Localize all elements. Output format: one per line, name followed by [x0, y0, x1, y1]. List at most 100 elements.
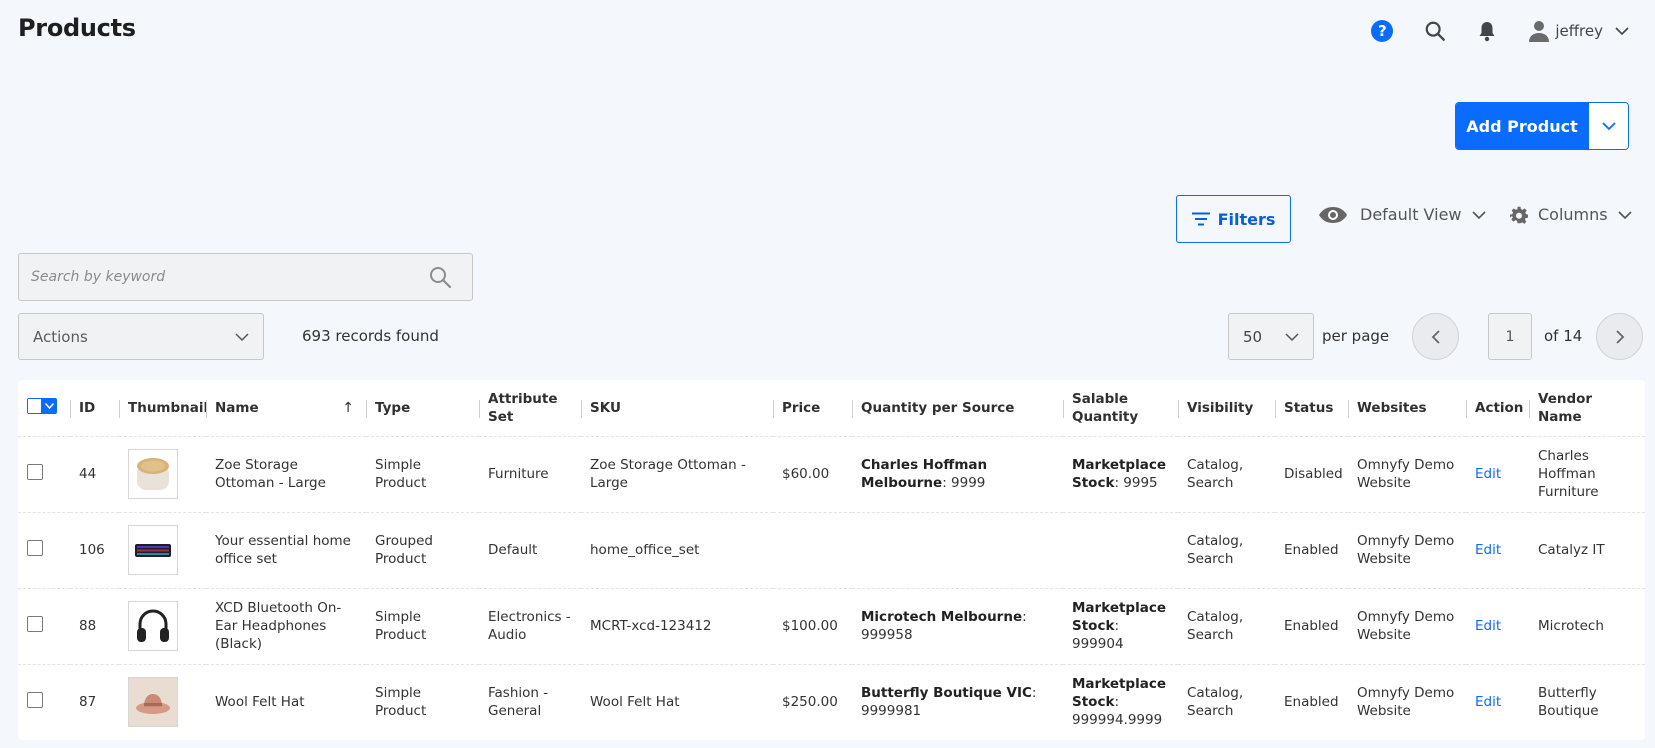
cell-salable-quantity: Marketplace Stock: 9995: [1063, 435, 1178, 512]
column-header-name[interactable]: Name ↑: [206, 380, 366, 436]
column-header-visibility[interactable]: Visibility: [1178, 380, 1275, 436]
column-header-sku[interactable]: SKU: [581, 380, 773, 436]
edit-link[interactable]: Edit: [1475, 694, 1501, 710]
cell-type: Grouped Product: [366, 511, 479, 588]
edit-link[interactable]: Edit: [1475, 618, 1501, 634]
cell-name: Your essential home office set: [206, 511, 366, 588]
per-page-label: per page: [1322, 327, 1390, 345]
product-thumbnail-ottoman[interactable]: [128, 449, 178, 499]
column-header-action: Action: [1466, 380, 1529, 436]
column-header-salable-quantity: Salable Quantity: [1063, 380, 1178, 436]
cell-price: $60.00: [773, 435, 852, 512]
edit-link[interactable]: Edit: [1475, 466, 1501, 482]
cell-attribute-set: Electronics - Audio: [479, 587, 581, 664]
headphones-image: [137, 609, 169, 642]
row-checkbox[interactable]: [27, 539, 43, 556]
actions-dropdown[interactable]: Actions: [18, 313, 264, 360]
header-actions: ? jeffrey: [1371, 16, 1629, 46]
chevron-down-icon: [1471, 210, 1486, 219]
cell-salable-quantity: Marketplace Stock: 999904: [1063, 587, 1178, 664]
add-product-dropdown-toggle[interactable]: [1588, 103, 1628, 149]
cell-price: $250.00: [773, 663, 852, 740]
chevron-right-icon: [1615, 329, 1624, 344]
chevron-down-icon: [235, 332, 249, 341]
cell-visibility: Catalog, Search: [1178, 663, 1275, 740]
cell-sku: Wool Felt Hat: [581, 663, 773, 740]
previous-page-button[interactable]: [1412, 313, 1459, 360]
user-name[interactable]: jeffrey: [1555, 22, 1603, 40]
table-row[interactable]: 88 XCD Bluetooth On-Ear Headphones (Blac…: [18, 587, 1645, 664]
column-header-vendor-name[interactable]: Vendor Name: [1529, 380, 1645, 436]
column-header-attribute-set[interactable]: Attribute Set: [479, 380, 581, 436]
cell-visibility: Catalog, Search: [1178, 435, 1275, 512]
filters-button[interactable]: Filters: [1176, 195, 1291, 243]
per-page-dropdown[interactable]: 50: [1228, 313, 1314, 360]
cell-vendor-name: Catalyz IT: [1529, 511, 1645, 588]
total-pages: of 14: [1544, 327, 1583, 345]
cell-price: $100.00: [773, 587, 852, 664]
column-header-id[interactable]: ID: [70, 380, 119, 436]
search-input[interactable]: [31, 269, 428, 285]
table-row[interactable]: 106 Your essential home office set Group…: [18, 511, 1645, 588]
chevron-down-icon[interactable]: [1615, 26, 1629, 36]
cell-price: [773, 511, 852, 588]
row-checkbox[interactable]: [27, 463, 43, 480]
page-number-input[interactable]: 1: [1488, 313, 1532, 360]
chevron-down-icon: [44, 402, 54, 409]
table-row[interactable]: 44 Zoe Storage Ottoman - Large Simple Pr…: [18, 435, 1645, 512]
bell-icon[interactable]: [1477, 20, 1497, 42]
row-checkbox[interactable]: [27, 691, 43, 708]
search-icon[interactable]: [1424, 20, 1446, 42]
chevron-down-icon: [1285, 332, 1299, 341]
cell-status: Enabled: [1275, 663, 1348, 740]
cell-type: Simple Product: [366, 435, 479, 512]
cell-attribute-set: Fashion - General: [479, 663, 581, 740]
select-all-checkbox[interactable]: [27, 397, 57, 414]
row-checkbox[interactable]: [27, 615, 43, 632]
help-icon[interactable]: ?: [1371, 20, 1394, 42]
product-thumbnail-headphones[interactable]: [128, 601, 178, 651]
hat-image: [136, 694, 170, 715]
cell-type: Simple Product: [366, 587, 479, 664]
select-all-header: [18, 380, 70, 436]
cell-quantity-per-source: Charles Hoffman Melbourne: 9999: [852, 435, 1063, 512]
view-label: Default View: [1360, 205, 1462, 224]
cell-status: Disabled: [1275, 435, 1348, 512]
search-icon[interactable]: [428, 265, 452, 289]
cell-salable-quantity: Marketplace Stock: 999994.9999: [1063, 663, 1178, 740]
chevron-down-icon: [1601, 122, 1616, 131]
column-header-status[interactable]: Status: [1275, 380, 1348, 436]
cell-name: XCD Bluetooth On-Ear Headphones (Black): [206, 587, 366, 664]
table-row[interactable]: 87 Wool Felt Hat Simple Product Fashion …: [18, 663, 1645, 740]
cell-sku: Zoe Storage Ottoman - Large: [581, 435, 773, 512]
columns-label: Columns: [1538, 205, 1608, 224]
keyword-search: [18, 253, 473, 301]
cell-salable-quantity: [1063, 511, 1178, 588]
eye-icon: [1319, 206, 1347, 223]
product-thumbnail-keyboard[interactable]: [128, 525, 178, 575]
per-page-value: 50: [1243, 327, 1263, 346]
edit-link[interactable]: Edit: [1475, 542, 1501, 558]
cell-attribute-set: Default: [479, 511, 581, 588]
cell-type: Simple Product: [366, 663, 479, 740]
cell-websites: Omnyfy Demo Website: [1348, 435, 1466, 512]
cell-id: 106: [70, 511, 119, 588]
product-thumbnail-hat[interactable]: [128, 677, 178, 728]
column-header-type[interactable]: Type: [366, 380, 479, 436]
user-avatar-icon[interactable]: [1529, 20, 1550, 42]
cell-vendor-name: Charles Hoffman Furniture: [1529, 435, 1645, 512]
chevron-down-icon: [1618, 210, 1632, 219]
cell-sku: home_office_set: [581, 511, 773, 588]
cell-quantity-per-source: [852, 511, 1063, 588]
view-selector[interactable]: Default View: [1318, 205, 1486, 224]
add-product-button[interactable]: Add Product: [1456, 103, 1588, 149]
column-header-websites[interactable]: Websites: [1348, 380, 1466, 436]
next-page-button[interactable]: [1596, 313, 1643, 360]
filter-icon: [1191, 212, 1210, 226]
chevron-left-icon: [1431, 329, 1440, 344]
columns-selector[interactable]: Columns: [1510, 205, 1632, 224]
add-product-split-button: Add Product: [1455, 102, 1629, 150]
cell-id: 87: [70, 663, 119, 740]
column-header-price[interactable]: Price: [773, 380, 852, 436]
cell-sku: MCRT-xcd-123412: [581, 587, 773, 664]
